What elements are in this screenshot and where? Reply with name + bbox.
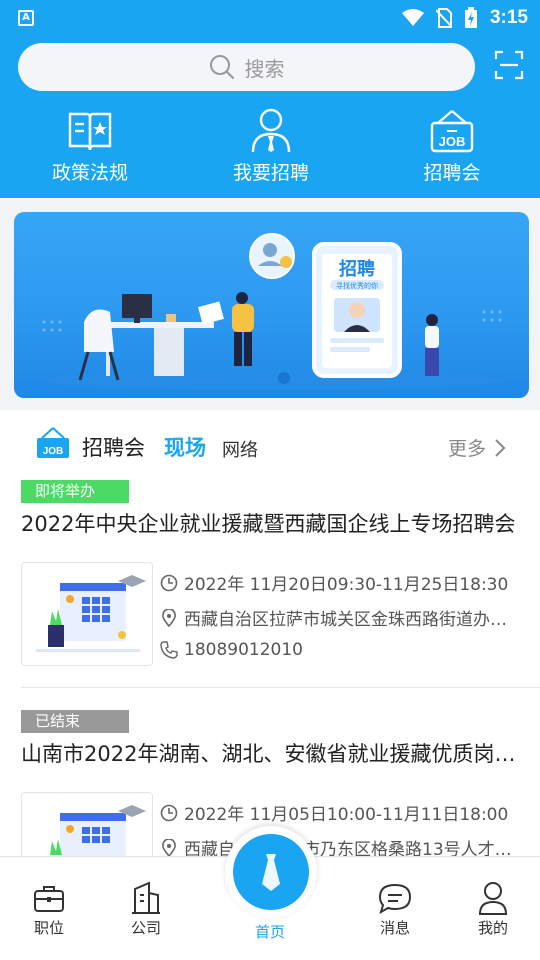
banner-area: 招聘 寻找优秀的你 — [0, 198, 540, 410]
listing-thumbnail — [21, 792, 153, 856]
tab-onsite[interactable]: 现场 — [164, 432, 206, 462]
listing-time: 2022年 11月20日09:30-11月25日18:30 — [160, 570, 520, 595]
app-notification-icon: A — [18, 10, 34, 26]
tab-home[interactable] — [225, 826, 317, 918]
job-fair-section-icon: JOB — [37, 427, 69, 458]
wifi-icon — [401, 9, 424, 26]
location-pin-icon — [162, 608, 176, 627]
recruiter-person-icon — [251, 108, 291, 153]
listing-time-text: 2022年 11月05日10:00-11月11日18:00 — [184, 805, 509, 825]
tab-messages[interactable]: 消息 — [355, 879, 435, 938]
status-bar: A 3:15 — [0, 0, 540, 36]
policy-book-icon — [68, 112, 112, 151]
svg-text:JOB: JOB — [439, 134, 466, 149]
listing-location-text: 西藏自治区拉萨市城关区金珠西路街道办事处 — [184, 610, 514, 630]
quick-link-policy[interactable]: 政策法规 — [10, 106, 170, 185]
tab-label: 我的 — [477, 919, 508, 937]
banner-carousel[interactable]: 招聘 寻找优秀的你 — [14, 212, 529, 398]
listing-location: 西藏自治区山南市乃东区格桑路13号人才市场 — [160, 835, 520, 856]
job-fair-illustration — [22, 793, 152, 856]
tab-label: 公司 — [130, 919, 161, 937]
listing-title: 2022年中央企业就业援藏暨西藏国企线上专场招聘会 — [21, 512, 516, 536]
listing-title: 山南市2022年湖南、湖北、安徽省就业援藏优质岗位招聘会 — [21, 742, 527, 766]
more-link[interactable]: 更多 — [448, 434, 506, 461]
no-sim-icon — [435, 8, 452, 28]
tie-icon — [262, 854, 280, 891]
banner-phone-subtitle: 寻找优秀的你 — [336, 281, 378, 290]
building-icon — [132, 881, 160, 914]
header: 搜索 政策法规 我要招聘 JOB 招聘会 — [0, 36, 540, 198]
tab-label: 消息 — [379, 919, 410, 937]
phone-icon — [160, 641, 178, 659]
clock-icon — [160, 574, 178, 591]
battery-charging-icon — [464, 7, 477, 28]
tab-label: 职位 — [33, 919, 64, 937]
quick-link-label: 我要招聘 — [232, 162, 309, 184]
quick-link-label: 政策法规 — [51, 162, 128, 184]
job-fair-section: JOB 招聘会 现场 网络 更多 即将举办 2022年中央企业就业援藏暨西藏国企… — [0, 410, 540, 856]
listing-phone-text: 18089012010 — [184, 640, 303, 660]
quick-link-label: 招聘会 — [423, 162, 481, 184]
quick-link-job-fair[interactable]: JOB 招聘会 — [372, 106, 532, 185]
listing-thumbnail — [21, 562, 153, 666]
more-label: 更多 — [448, 438, 487, 460]
list-divider — [21, 687, 540, 688]
clock-icon — [160, 804, 178, 821]
tab-profile[interactable]: 我的 — [453, 879, 533, 938]
tab-company[interactable]: 公司 — [106, 879, 186, 938]
tab-online[interactable]: 网络 — [222, 436, 258, 462]
banner-phone-title: 招聘 — [339, 258, 375, 280]
search-icon — [209, 55, 234, 79]
user-icon — [478, 882, 508, 915]
listing-location: 西藏自治区拉萨市城关区金珠西路街道办事处 — [160, 605, 520, 630]
listing-phone[interactable]: 18089012010 — [160, 640, 520, 660]
chevron-right-icon — [495, 438, 506, 457]
quick-link-recruit[interactable]: 我要招聘 — [191, 106, 351, 185]
tab-label-home: 首页 — [254, 923, 285, 941]
listing-time-text: 2022年 11月20日09:30-11月25日18:30 — [184, 575, 509, 595]
scan-icon[interactable] — [494, 50, 524, 80]
job-fair-icon: JOB — [430, 110, 474, 153]
section-tabs: JOB 招聘会 现场 网络 更多 — [0, 424, 540, 468]
listing-card[interactable]: 即将举办 2022年中央企业就业援藏暨西藏国企线上专场招聘会 2022年 11月… — [0, 480, 540, 686]
chat-bubble-icon — [378, 883, 412, 914]
search-placeholder: 搜索 — [244, 56, 285, 81]
job-icon-text: JOB — [43, 446, 64, 457]
status-icons: 3:15 — [401, 6, 528, 30]
tab-jobs[interactable]: 职位 — [9, 879, 89, 938]
location-pin-icon — [162, 838, 176, 856]
job-fair-illustration — [22, 563, 152, 665]
carousel-indicator — [278, 372, 290, 384]
status-badge: 已结束 — [21, 710, 129, 733]
status-badge: 即将举办 — [21, 480, 129, 503]
clock: 3:15 — [489, 7, 528, 28]
section-title: 招聘会 — [82, 436, 145, 460]
search-input[interactable]: 搜索 — [18, 43, 475, 91]
banner-illustration: 招聘 寻找优秀的你 — [42, 233, 504, 390]
briefcase-icon — [34, 886, 64, 912]
listing-time: 2022年 11月05日10:00-11月11日18:00 — [160, 800, 520, 825]
